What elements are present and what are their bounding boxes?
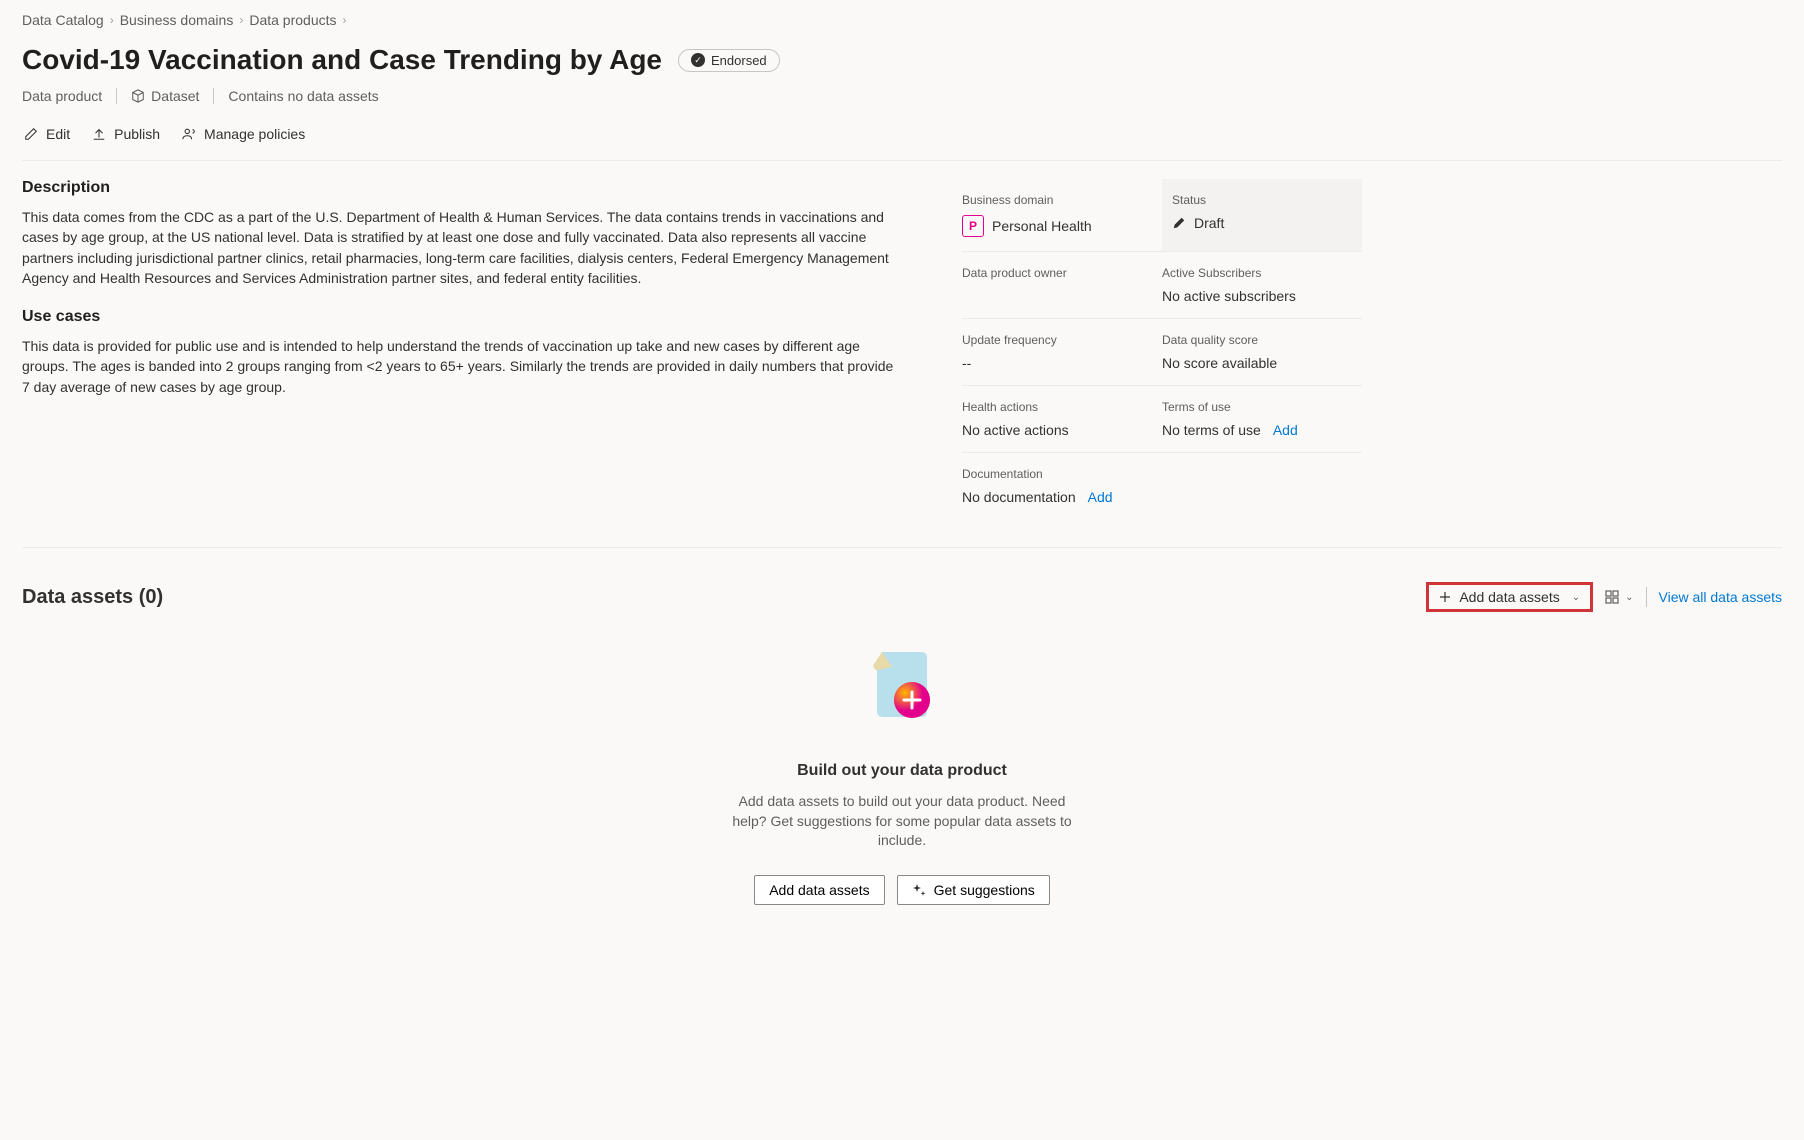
- breadcrumb-item[interactable]: Data products: [249, 12, 336, 28]
- plus-icon: [1439, 591, 1451, 603]
- meta-no-assets: Contains no data assets: [228, 88, 378, 104]
- separator: [116, 88, 117, 104]
- side-status: Status Draft: [1162, 179, 1362, 252]
- separator: [1646, 587, 1647, 607]
- content-side: Business domain P Personal Health Status…: [962, 179, 1372, 519]
- cube-icon: [131, 89, 145, 103]
- description-heading: Description: [22, 179, 902, 197]
- content-main: Description This data comes from the CDC…: [22, 179, 902, 519]
- toolbar: Edit Publish Manage policies: [22, 122, 1782, 161]
- sparkle-icon: [912, 883, 926, 897]
- get-suggestions-button[interactable]: Get suggestions: [897, 875, 1050, 905]
- side-update-frequency: Update frequency --: [962, 319, 1162, 386]
- side-business-domain: Business domain P Personal Health: [962, 179, 1162, 252]
- empty-state-text: Add data assets to build out your data p…: [722, 792, 1082, 851]
- breadcrumb-item[interactable]: Business domains: [120, 12, 234, 28]
- description-text: This data comes from the CDC as a part o…: [22, 207, 902, 288]
- grid-icon: [1605, 590, 1619, 604]
- meta-dataset: Dataset: [131, 88, 199, 104]
- add-data-assets-button[interactable]: Add data assets ⌄: [1426, 582, 1593, 612]
- meta-row: Data product Dataset Contains no data as…: [22, 88, 1782, 104]
- view-toggle[interactable]: ⌄: [1605, 590, 1633, 604]
- view-all-data-assets-link[interactable]: View all data assets: [1659, 589, 1782, 605]
- check-circle-icon: ✓: [691, 53, 705, 67]
- empty-state: Build out your data product Add data ass…: [22, 642, 1782, 905]
- assets-header: Data assets (0) Add data assets ⌄ ⌄ View…: [22, 582, 1782, 612]
- breadcrumb: Data Catalog › Business domains › Data p…: [22, 12, 1782, 28]
- meta-data-product: Data product: [22, 88, 102, 104]
- breadcrumb-item[interactable]: Data Catalog: [22, 12, 104, 28]
- title-row: Covid-19 Vaccination and Case Trending b…: [22, 44, 1782, 76]
- assets-actions: Add data assets ⌄ ⌄ View all data assets: [1426, 582, 1782, 612]
- upload-icon: [92, 127, 106, 141]
- content-row: Description This data comes from the CDC…: [22, 161, 1782, 548]
- side-terms: Terms of use No terms of use Add: [1162, 386, 1362, 453]
- chevron-right-icon: ›: [343, 13, 347, 27]
- empty-state-icon: [22, 642, 1782, 732]
- chevron-right-icon: ›: [239, 13, 243, 27]
- side-owner: Data product owner: [962, 252, 1162, 319]
- side-quality: Data quality score No score available: [1162, 319, 1362, 386]
- assets-title: Data assets (0): [22, 586, 163, 609]
- side-documentation: Documentation No documentation Add: [962, 453, 1362, 519]
- use-cases-text: This data is provided for public use and…: [22, 336, 902, 397]
- separator: [213, 88, 214, 104]
- pencil-icon: [24, 127, 38, 141]
- endorsed-label: Endorsed: [711, 53, 767, 68]
- chevron-down-icon: ⌄: [1572, 592, 1580, 603]
- publish-button[interactable]: Publish: [90, 122, 162, 146]
- chevron-right-icon: ›: [110, 13, 114, 27]
- add-data-assets-button-2[interactable]: Add data assets: [754, 875, 884, 905]
- add-docs-link[interactable]: Add: [1088, 489, 1113, 505]
- chevron-down-icon: ⌄: [1625, 592, 1633, 603]
- side-health: Health actions No active actions: [962, 386, 1162, 453]
- manage-policies-button[interactable]: Manage policies: [180, 122, 307, 146]
- domain-badge-icon: P: [962, 215, 984, 237]
- endorsed-badge: ✓ Endorsed: [678, 49, 780, 72]
- use-cases-heading: Use cases: [22, 308, 902, 326]
- edit-button[interactable]: Edit: [22, 122, 72, 146]
- draft-icon: [1172, 216, 1186, 230]
- empty-state-title: Build out your data product: [22, 762, 1782, 780]
- people-icon: [182, 127, 196, 141]
- add-terms-link[interactable]: Add: [1273, 422, 1298, 438]
- side-subscribers: Active Subscribers No active subscribers: [1162, 252, 1362, 319]
- page-title: Covid-19 Vaccination and Case Trending b…: [22, 44, 662, 76]
